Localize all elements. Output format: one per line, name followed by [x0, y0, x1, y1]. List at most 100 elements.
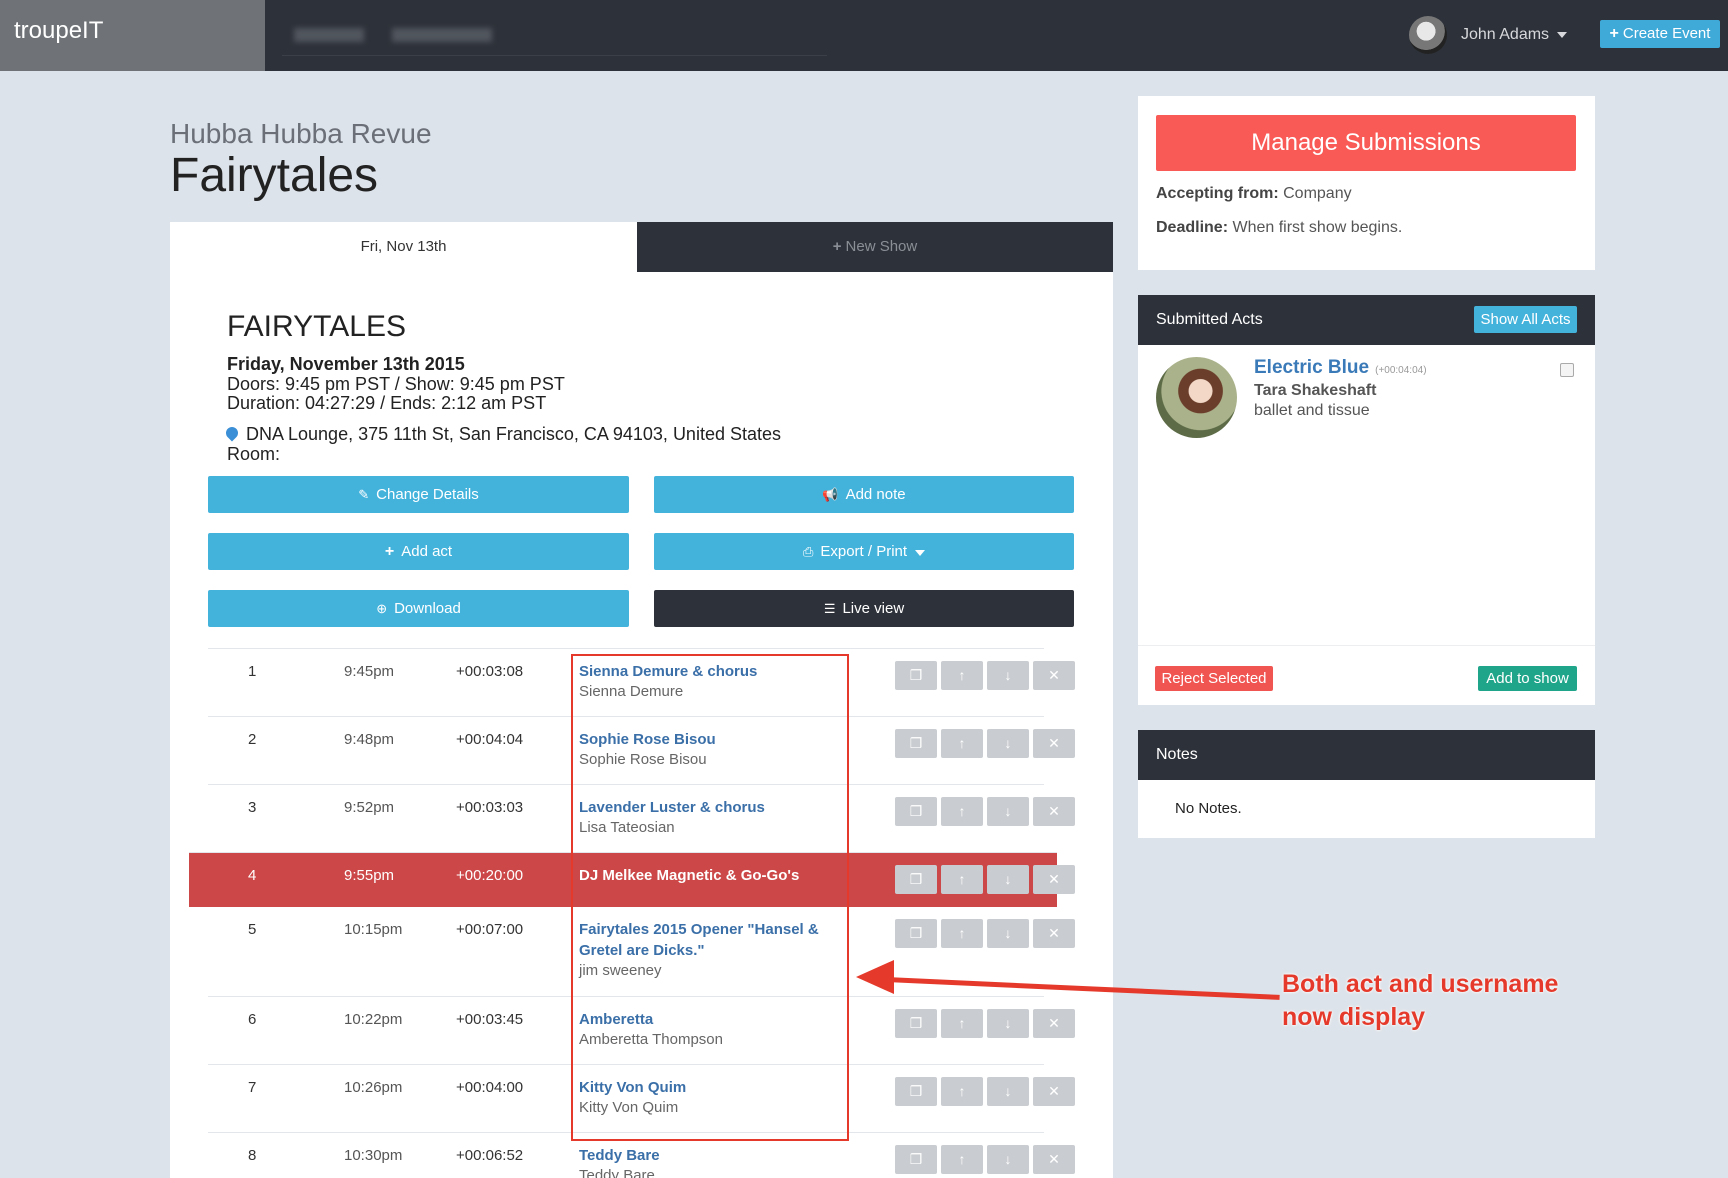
row-time: 9:55pm: [344, 867, 395, 884]
row-controls: ❐ ↑ ↓ ✕: [895, 661, 1075, 690]
annotation-line-2: now display: [1282, 1003, 1426, 1031]
performer-name: Teddy Bare: [579, 1167, 655, 1178]
submitted-act-name[interactable]: Electric Blue: [1254, 357, 1369, 378]
plus-icon: +: [384, 543, 395, 560]
copy-icon[interactable]: ❐: [895, 797, 937, 826]
row-controls: ❐ ↑ ↓ ✕: [895, 729, 1075, 758]
arrow-up-icon[interactable]: ↑: [941, 919, 983, 948]
row-time: 10:15pm: [344, 921, 403, 938]
submitted-act-duration: (+00:04:04): [1375, 365, 1427, 376]
megaphone-icon: 📢: [822, 487, 839, 502]
remove-icon[interactable]: ✕: [1033, 919, 1075, 948]
redacted-item: [392, 28, 492, 42]
select-checkbox[interactable]: [1560, 363, 1574, 377]
live-view-label: Live view: [842, 600, 905, 617]
remove-icon[interactable]: ✕: [1033, 865, 1075, 894]
copy-icon[interactable]: ❐: [895, 919, 937, 948]
arrow-up-icon[interactable]: ↑: [941, 865, 983, 894]
row-number: 5: [248, 921, 257, 938]
plus-icon: +: [1609, 25, 1619, 42]
create-event-button[interactable]: + Create Event: [1600, 20, 1720, 48]
accepting-value: Company: [1283, 185, 1352, 202]
export-print-button[interactable]: ⎙ Export / Print: [654, 533, 1074, 570]
live-view-button[interactable]: ☰ Live view: [654, 590, 1074, 627]
row-number: 2: [248, 731, 257, 748]
accepting-from: Accepting from: Company: [1156, 185, 1352, 203]
download-button[interactable]: ⊕ Download: [208, 590, 629, 627]
arrow-up-icon[interactable]: ↑: [941, 1077, 983, 1106]
notes-header: Notes: [1138, 730, 1595, 780]
remove-icon[interactable]: ✕: [1033, 1077, 1075, 1106]
row-time: 9:45pm: [344, 663, 395, 680]
plus-icon: +: [832, 238, 842, 255]
add-to-show-button[interactable]: Add to show: [1478, 666, 1577, 691]
caret-down-icon: [915, 550, 926, 556]
act-link[interactable]: Teddy Bare: [579, 1145, 849, 1166]
add-act-label: Add act: [401, 543, 453, 560]
row-controls: ❐ ↑ ↓ ✕: [895, 919, 1075, 948]
add-note-button[interactable]: 📢 Add note: [654, 476, 1074, 513]
copy-icon[interactable]: ❐: [895, 865, 937, 894]
arrow-down-icon[interactable]: ↓: [987, 919, 1029, 948]
copy-icon[interactable]: ❐: [895, 729, 937, 758]
manage-submissions-button[interactable]: Manage Submissions: [1156, 115, 1576, 171]
change-details-button[interactable]: ✎ Change Details: [208, 476, 629, 513]
brand-logo[interactable]: troupeIT: [0, 0, 265, 71]
copy-icon[interactable]: ❐: [895, 1145, 937, 1174]
tab-new-show-label: New Show: [845, 238, 918, 255]
avatar: [1409, 16, 1447, 54]
caret-down-icon: [1557, 32, 1568, 38]
row-time: 10:26pm: [344, 1079, 403, 1096]
remove-icon[interactable]: ✕: [1033, 797, 1075, 826]
deadline-value: When first show begins.: [1232, 219, 1403, 236]
create-event-label: Create Event: [1622, 25, 1711, 42]
arrow-down-icon[interactable]: ↓: [987, 1145, 1029, 1174]
divider: [1138, 645, 1595, 646]
reject-selected-button[interactable]: Reject Selected: [1155, 666, 1273, 691]
tab-new-show[interactable]: + New Show: [637, 222, 1113, 272]
arrow-down-icon[interactable]: ↓: [987, 729, 1029, 758]
row-duration: +00:07:00: [456, 921, 524, 938]
export-print-label: Export / Print: [820, 543, 908, 560]
row-duration: +00:03:03: [456, 799, 524, 816]
row-duration: +00:20:00: [456, 867, 524, 884]
arrow-down-icon[interactable]: ↓: [987, 1077, 1029, 1106]
company-name: Hubba Hubba Revue: [170, 118, 432, 149]
row-controls: ❐ ↑ ↓ ✕: [895, 1145, 1075, 1174]
copy-icon[interactable]: ❐: [895, 1077, 937, 1106]
redacted-nav: [282, 22, 827, 56]
redacted-item: [294, 28, 364, 42]
arrow-up-icon[interactable]: ↑: [941, 729, 983, 758]
row-number: 3: [248, 799, 257, 816]
row-number: 6: [248, 1011, 257, 1028]
pencil-icon: ✎: [358, 487, 370, 502]
submitted-act-description: ballet and tissue: [1254, 402, 1370, 419]
download-label: Download: [394, 600, 461, 617]
copy-icon[interactable]: ❐: [895, 661, 937, 690]
arrow-up-icon[interactable]: ↑: [941, 1009, 983, 1038]
arrow-up-icon[interactable]: ↑: [941, 1145, 983, 1174]
remove-icon[interactable]: ✕: [1033, 729, 1075, 758]
user-name: John Adams: [1461, 26, 1550, 43]
submitted-act-title[interactable]: Electric Blue (+00:04:04): [1254, 357, 1427, 379]
notes-empty: No Notes.: [1175, 800, 1242, 817]
remove-icon[interactable]: ✕: [1033, 1009, 1075, 1038]
user-menu[interactable]: John Adams: [1409, 15, 1568, 55]
venue-address[interactable]: DNA Lounge, 375 11th St, San Francisco, …: [246, 424, 781, 444]
arrow-up-icon[interactable]: ↑: [941, 661, 983, 690]
arrow-down-icon[interactable]: ↓: [987, 797, 1029, 826]
row-number: 4: [248, 867, 257, 884]
arrow-up-icon[interactable]: ↑: [941, 797, 983, 826]
accepting-label: Accepting from:: [1156, 185, 1279, 202]
annotation-highlight-box: [571, 654, 849, 1141]
arrow-down-icon[interactable]: ↓: [987, 865, 1029, 894]
arrow-down-icon[interactable]: ↓: [987, 1009, 1029, 1038]
show-all-acts-button[interactable]: Show All Acts: [1474, 306, 1577, 333]
arrow-down-icon[interactable]: ↓: [987, 661, 1029, 690]
remove-icon[interactable]: ✕: [1033, 1145, 1075, 1174]
row-time: 10:30pm: [344, 1147, 403, 1164]
copy-icon[interactable]: ❐: [895, 1009, 937, 1038]
tab-show-date[interactable]: Fri, Nov 13th: [170, 222, 637, 272]
remove-icon[interactable]: ✕: [1033, 661, 1075, 690]
add-act-button[interactable]: + Add act: [208, 533, 629, 570]
